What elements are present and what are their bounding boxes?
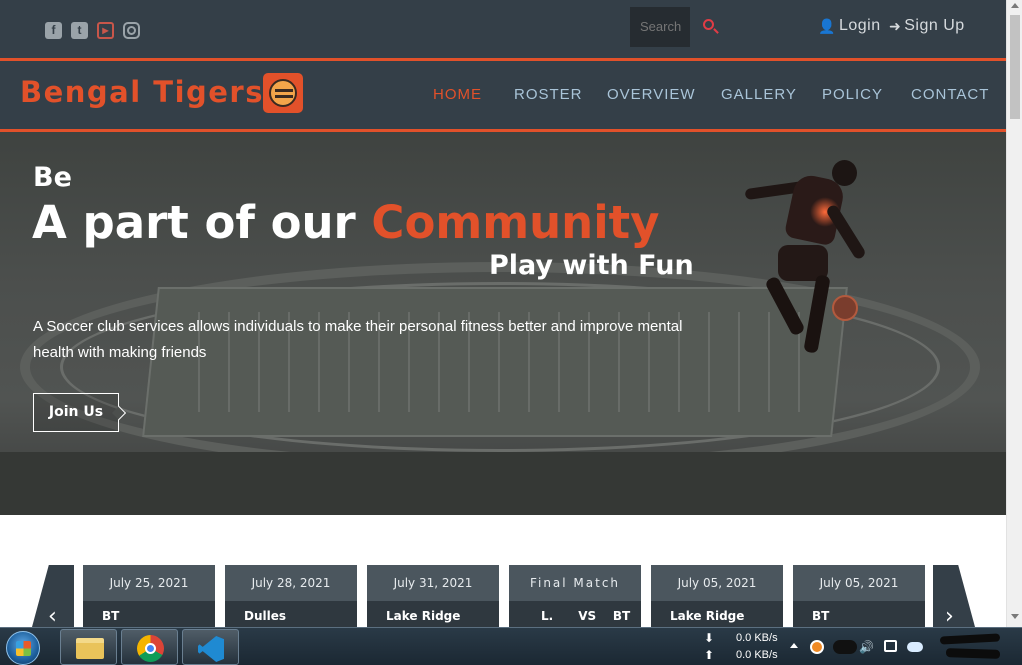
antivirus-tray-icon[interactable] <box>810 640 824 654</box>
windows-taskbar: ⬇ 0.0 KB/s ⬆ 0.0 KB/s 🔊 <box>0 627 1022 665</box>
scroll-down-icon[interactable] <box>1011 614 1019 619</box>
match-team: L. VS BT <box>509 601 641 627</box>
youtube-icon[interactable]: ▶ <box>97 22 114 39</box>
network-speed-meter: ⬇ 0.0 KB/s ⬆ 0.0 KB/s <box>700 630 785 664</box>
top-bar: f t ▶ 👤 Login ➜ Sign Up <box>0 0 1006 58</box>
match-card[interactable]: July 31, 2021 Lake Ridge <box>367 565 499 627</box>
taskbar-vscode[interactable] <box>182 629 239 665</box>
match-team: BT <box>83 601 215 627</box>
match-card[interactable]: July 25, 2021 BT <box>83 565 215 627</box>
join-us-button[interactable]: Join Us <box>33 393 119 432</box>
soccer-ball-icon <box>832 295 858 321</box>
match-date: July 31, 2021 <box>367 565 499 601</box>
download-speed: 0.0 KB/s <box>736 632 778 644</box>
match-date: Final Match <box>509 565 641 601</box>
match-carousel: July 25, 2021 BT July 28, 2021 Dulles Ju… <box>0 565 1006 627</box>
taskbar-file-explorer[interactable] <box>60 629 117 665</box>
match-team: BT <box>793 601 925 627</box>
match-date: July 25, 2021 <box>83 565 215 601</box>
taskbar-chrome[interactable] <box>121 629 178 665</box>
nav-contact[interactable]: CONTACT <box>911 86 989 103</box>
browser-viewport: f t ▶ 👤 Login ➜ Sign Up Bengal Tigers HO… <box>0 0 1006 627</box>
show-hidden-icons-button[interactable] <box>790 643 798 648</box>
carousel-next-button[interactable] <box>933 565 975 627</box>
signup-link[interactable]: ➜ Sign Up <box>889 17 965 35</box>
match-team: Dulles <box>225 601 357 627</box>
hero-subtitle: Play with Fun <box>489 250 694 281</box>
hero-title-accent: Community <box>371 196 660 249</box>
login-label: Login <box>838 17 881 34</box>
nav-home[interactable]: HOME <box>433 86 482 103</box>
soccer-player-image <box>740 157 915 367</box>
tiger-logo-icon[interactable] <box>263 73 303 113</box>
main-navbar: Bengal Tigers HOME ROSTER OVERVIEW GALLE… <box>0 58 1006 132</box>
match-card[interactable]: July 05, 2021 Lake Ridge <box>651 565 783 627</box>
user-icon: 👤 <box>818 17 836 34</box>
clock-redacted[interactable] <box>939 633 1006 661</box>
search-icon[interactable] <box>703 19 714 30</box>
windows-logo-icon <box>16 641 31 656</box>
download-arrow-icon: ⬇ <box>704 631 715 645</box>
match-card[interactable]: July 28, 2021 Dulles <box>225 565 357 627</box>
sign-in-icon: ➜ <box>889 17 902 34</box>
upload-arrow-icon: ⬆ <box>704 648 715 662</box>
vscode-icon <box>198 636 224 662</box>
nav-roster[interactable]: ROSTER <box>514 86 583 103</box>
match-date: July 28, 2021 <box>225 565 357 601</box>
signup-label: Sign Up <box>904 17 965 34</box>
hero-description: A Soccer club services allows individual… <box>33 318 683 361</box>
volume-icon[interactable]: 🔊 <box>859 640 874 654</box>
match-card[interactable]: July 05, 2021 BT <box>793 565 925 627</box>
twitter-icon[interactable]: t <box>71 22 88 39</box>
match-date: July 05, 2021 <box>651 565 783 601</box>
cloud-sync-icon[interactable] <box>907 642 923 652</box>
hero-banner: Be A part of our Community Play with Fun… <box>0 132 1006 515</box>
start-button[interactable] <box>6 631 40 665</box>
nav-policy[interactable]: POLICY <box>822 86 883 103</box>
tree-line <box>0 452 1006 515</box>
scroll-thumb[interactable] <box>1010 15 1020 119</box>
chrome-icon <box>137 635 164 662</box>
social-links: f t ▶ <box>45 22 140 39</box>
facebook-icon[interactable]: f <box>45 22 62 39</box>
hero-be-text: Be <box>33 162 72 193</box>
nav-overview[interactable]: OVERVIEW <box>607 86 696 103</box>
search-input[interactable] <box>630 7 690 47</box>
carousel-prev-button[interactable] <box>32 565 74 627</box>
display-tray-icon[interactable] <box>884 640 897 652</box>
match-date: July 05, 2021 <box>793 565 925 601</box>
instagram-icon[interactable] <box>123 22 140 39</box>
folder-icon <box>76 638 104 659</box>
nav-gallery[interactable]: GALLERY <box>721 86 797 103</box>
match-team: Lake Ridge <box>651 601 783 627</box>
login-link[interactable]: 👤 Login <box>818 17 881 35</box>
brand-name[interactable]: Bengal Tigers <box>20 75 264 109</box>
page-scrollbar[interactable] <box>1006 0 1022 627</box>
scroll-up-icon[interactable] <box>1011 3 1019 8</box>
hero-title-prefix: A part of our <box>32 196 372 249</box>
upload-speed: 0.0 KB/s <box>736 649 778 661</box>
app-tray-icon[interactable] <box>833 640 857 654</box>
match-team: Lake Ridge <box>367 601 499 627</box>
hero-title: A part of our Community <box>32 196 659 249</box>
match-card-final[interactable]: Final Match L. VS BT <box>509 565 641 627</box>
